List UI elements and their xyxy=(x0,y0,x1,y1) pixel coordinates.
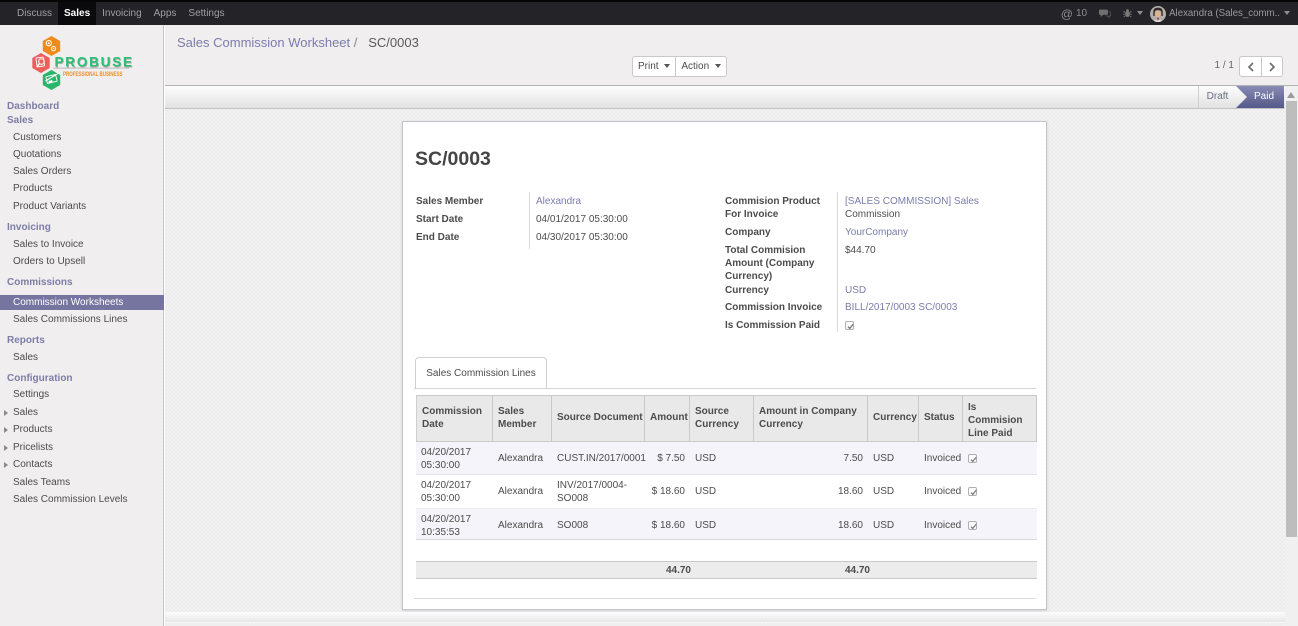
svg-text:PROBUSE: PROBUSE xyxy=(55,54,133,69)
svg-text:PROFESSIONAL BUSINESS: PROFESSIONAL BUSINESS xyxy=(63,71,123,78)
